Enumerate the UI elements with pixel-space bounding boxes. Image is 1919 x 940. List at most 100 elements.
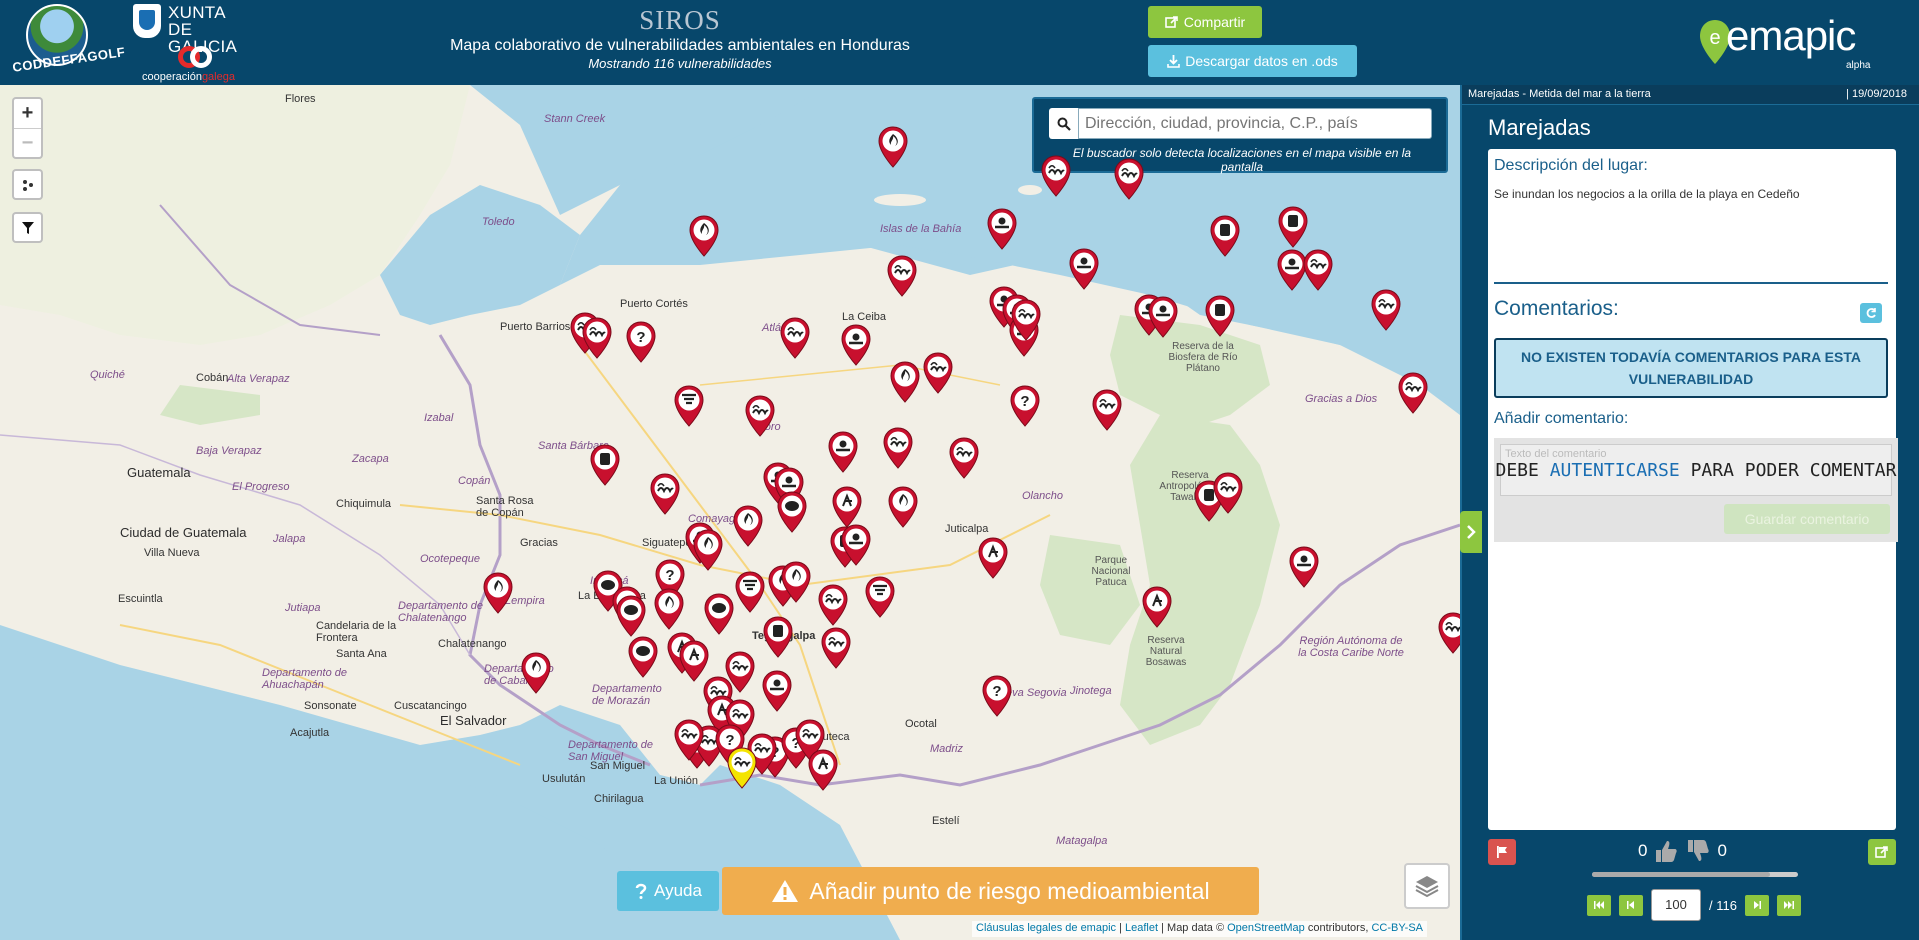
vulnerability-pin[interactable] (840, 523, 872, 567)
map-label: El Progreso (232, 481, 290, 493)
vulnerability-pin[interactable] (779, 316, 811, 360)
vulnerability-pin[interactable] (615, 594, 647, 638)
vulnerability-pin[interactable] (776, 490, 808, 534)
vulnerability-pin[interactable] (887, 485, 919, 529)
vulnerability-pin[interactable] (1113, 157, 1145, 201)
map-label: Estelí (932, 815, 960, 827)
thumbs-up-icon[interactable] (1653, 838, 1679, 864)
vulnerability-pin[interactable] (889, 360, 921, 404)
vulnerability-pin[interactable] (780, 560, 812, 604)
vulnerability-pin[interactable] (827, 430, 859, 474)
vulnerability-pin[interactable] (882, 426, 914, 470)
license-link[interactable]: CC-BY-SA (1371, 922, 1423, 934)
report-button[interactable] (1488, 839, 1516, 865)
vulnerability-pin[interactable]: ? (1009, 384, 1041, 428)
emapic-logo[interactable]: e emapic alpha (1698, 12, 1878, 72)
codeffagolf-logo: CODDEFFAGOLF (12, 2, 126, 82)
zoom-in-button[interactable]: + (14, 99, 41, 128)
vulnerability-pin[interactable] (692, 528, 724, 572)
refresh-comments-button[interactable] (1860, 303, 1882, 323)
vulnerability-pin[interactable] (1212, 471, 1244, 515)
vulnerability-pin[interactable] (761, 669, 793, 713)
vulnerability-pin[interactable] (762, 615, 794, 659)
xunta-shield-icon (133, 4, 161, 38)
add-risk-point-button[interactable]: Añadir punto de riesgo medioambiental (722, 867, 1259, 915)
vulnerability-pin[interactable] (1040, 154, 1072, 198)
first-button[interactable] (1587, 894, 1611, 916)
vulnerability-pin[interactable] (886, 254, 918, 298)
cooperacion-galega-icon (178, 46, 214, 68)
vulnerability-pin[interactable] (1288, 545, 1320, 589)
vulnerability-pin[interactable] (1397, 371, 1429, 415)
vulnerability-pin[interactable] (922, 351, 954, 395)
vulnerability-pin[interactable] (1370, 288, 1402, 332)
vulnerability-pin[interactable] (820, 626, 852, 670)
map-label: Izabal (424, 412, 454, 424)
vulnerability-pin[interactable] (948, 436, 980, 480)
browse-slider[interactable] (1592, 872, 1798, 877)
vulnerability-pin[interactable] (1141, 585, 1173, 629)
save-comment-button[interactable]: Guardar comentario (1724, 504, 1890, 534)
zoom-out-button[interactable]: − (14, 128, 41, 157)
map-label: Juticalpa (945, 523, 989, 535)
vulnerability-pin[interactable] (1277, 205, 1309, 249)
vulnerability-pin[interactable] (1091, 388, 1123, 432)
vulnerability-pin[interactable] (840, 323, 872, 367)
vulnerability-pin[interactable] (589, 443, 621, 487)
share-button[interactable]: Compartir (1148, 6, 1262, 38)
search-button[interactable] (1049, 108, 1079, 139)
vulnerability-pin[interactable] (864, 575, 896, 619)
page-input[interactable]: 100 (1651, 889, 1701, 921)
vulnerability-pin[interactable] (1010, 298, 1042, 342)
filter-button[interactable] (12, 212, 43, 243)
cluster-toggle-button[interactable] (12, 169, 43, 200)
search-input[interactable] (1078, 108, 1432, 139)
vulnerability-pin[interactable] (1302, 248, 1334, 292)
vulnerability-pin[interactable] (653, 587, 685, 631)
vulnerability-pin[interactable] (1204, 294, 1236, 338)
vulnerability-pin[interactable] (520, 651, 552, 695)
selected-vulnerability-pin[interactable] (726, 746, 758, 790)
map-area[interactable]: Guatemala Ciudad de Guatemala El Salvado… (0, 85, 1460, 940)
vulnerability-pin[interactable] (627, 635, 659, 679)
leaflet-link[interactable]: Leaflet (1125, 922, 1158, 934)
share-point-button[interactable] (1868, 839, 1896, 865)
vulnerability-pin[interactable] (673, 718, 705, 762)
download-ods-button[interactable]: Descargar datos en .ods (1148, 45, 1357, 77)
help-button[interactable]: Ayuda (617, 871, 719, 911)
vulnerability-pin[interactable] (673, 384, 705, 428)
vulnerability-pin[interactable]: ? (625, 320, 657, 364)
vulnerability-pin[interactable] (703, 592, 735, 636)
vulnerability-pin[interactable] (482, 571, 514, 615)
vulnerability-pin[interactable] (744, 394, 776, 438)
vulnerability-pin[interactable]: ? (981, 674, 1013, 718)
vulnerability-pin[interactable] (977, 536, 1009, 580)
next-button[interactable] (1744, 894, 1769, 916)
vulnerability-pin[interactable] (877, 125, 909, 169)
vulnerability-pin[interactable] (1147, 295, 1179, 339)
map-label: Islas de la Bahía (880, 223, 962, 235)
map-label: Departamento de Morazán (592, 683, 662, 707)
svg-text:?: ? (992, 683, 1001, 700)
vulnerability-pin[interactable] (817, 583, 849, 627)
vulnerability-pin[interactable] (649, 472, 681, 516)
legal-link[interactable]: Cláusulas legales de emapic (976, 922, 1116, 934)
vulnerability-pin[interactable] (1068, 247, 1100, 291)
vulnerability-pin[interactable] (732, 504, 764, 548)
vulnerability-pin[interactable] (1209, 214, 1241, 258)
vulnerability-pin[interactable] (986, 207, 1018, 251)
authenticate-link[interactable]: AUTENTICARSE (1550, 460, 1680, 481)
panel-toggle-button[interactable] (1460, 511, 1482, 553)
last-button[interactable] (1776, 894, 1801, 916)
layers-button[interactable] (1404, 863, 1450, 909)
zoom-control: + − (12, 97, 43, 159)
vulnerability-pin[interactable] (688, 214, 720, 258)
vulnerability-pin[interactable] (1437, 611, 1460, 655)
vulnerability-pin[interactable] (581, 316, 613, 360)
previous-button[interactable] (1619, 894, 1643, 916)
vulnerability-pin[interactable] (807, 748, 839, 792)
thumbs-down-icon[interactable] (1685, 838, 1711, 864)
osm-link[interactable]: OpenStreetMap (1227, 922, 1305, 934)
panel-topbar: Marejadas - Metida del mar a la tierra |… (1462, 85, 1919, 105)
vulnerability-pin[interactable] (734, 570, 766, 614)
